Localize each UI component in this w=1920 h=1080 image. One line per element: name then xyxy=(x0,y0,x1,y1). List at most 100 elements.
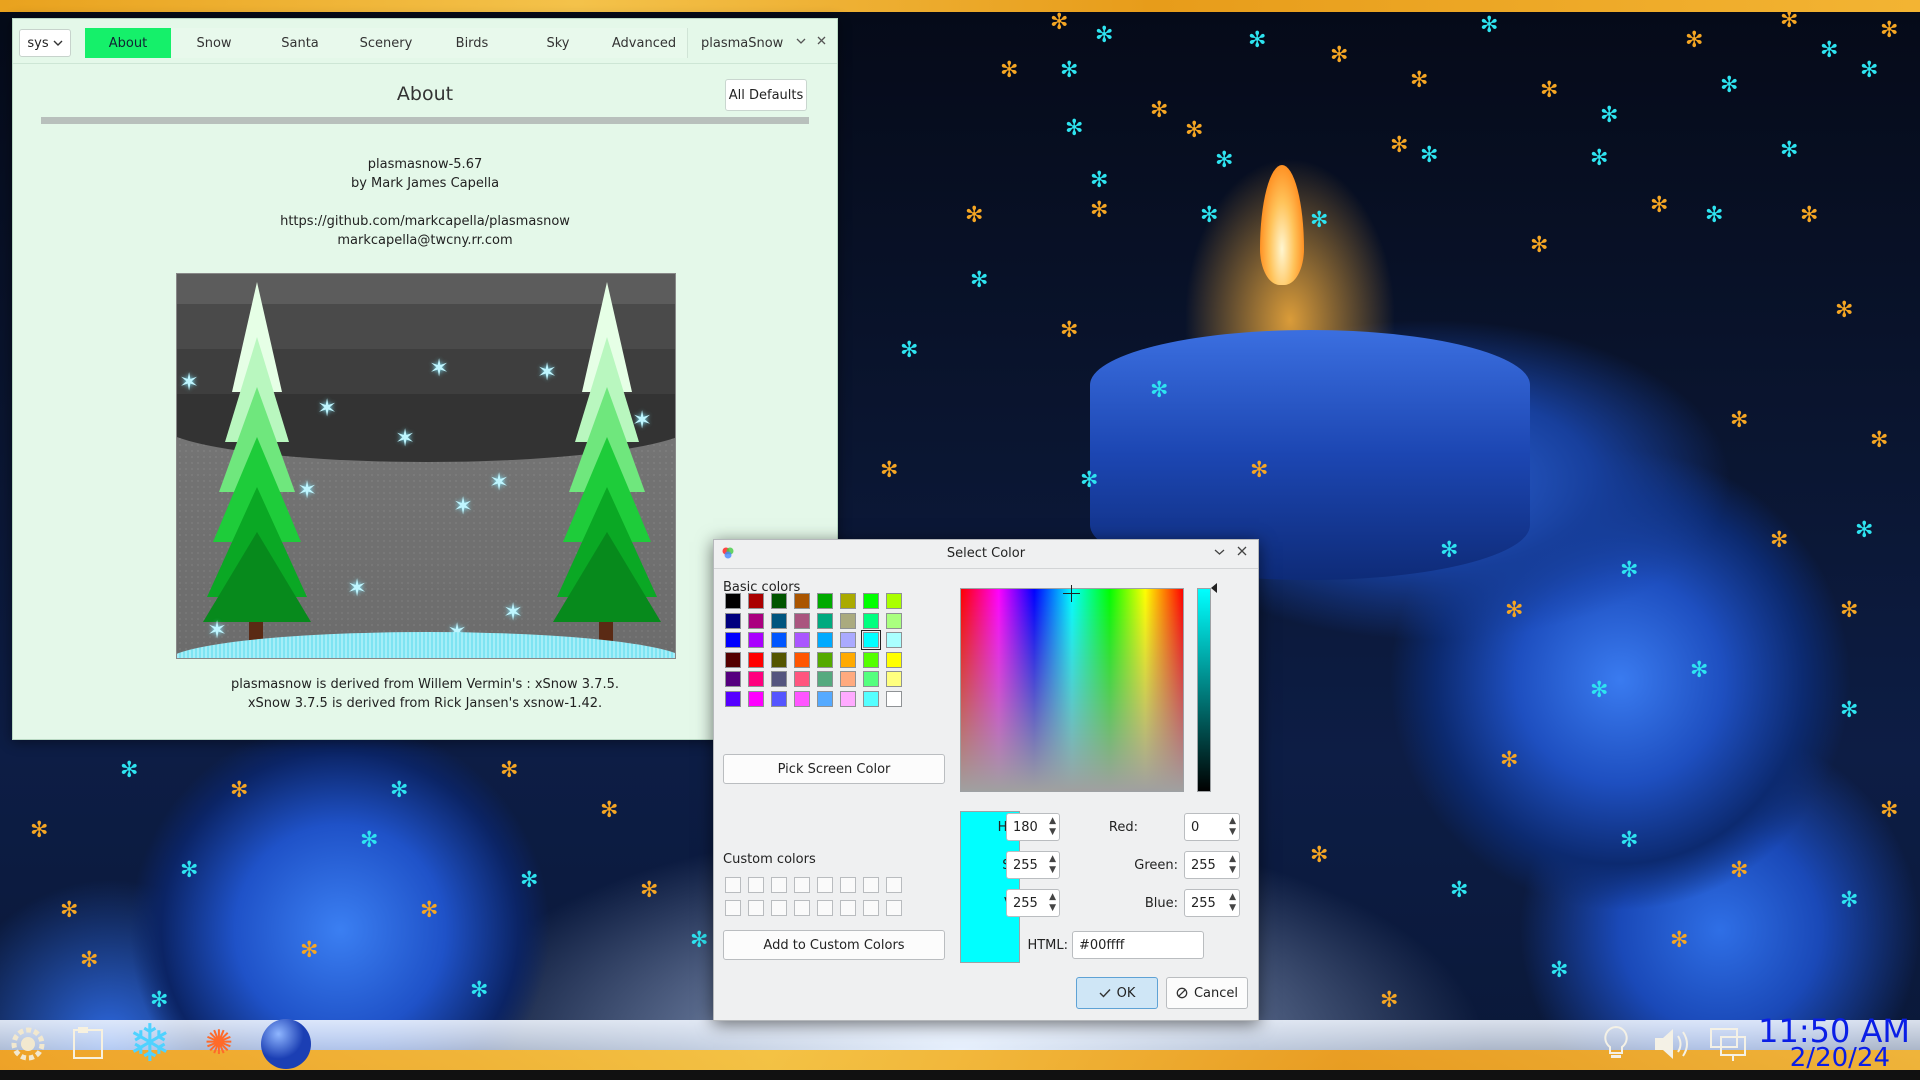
custom-color-swatch[interactable] xyxy=(794,877,810,893)
basic-color-swatch[interactable] xyxy=(725,651,741,668)
basic-color-swatch[interactable] xyxy=(817,651,833,668)
basic-color-swatch[interactable] xyxy=(840,632,856,649)
custom-color-swatch[interactable] xyxy=(840,877,856,893)
basic-color-swatch[interactable] xyxy=(840,651,856,668)
basic-color-swatch[interactable] xyxy=(794,671,810,688)
green-spinbox[interactable]: 255 ▲ ▼ xyxy=(1184,851,1240,879)
basic-color-swatch[interactable] xyxy=(863,612,879,629)
basic-color-swatch[interactable] xyxy=(840,691,856,707)
ok-button[interactable]: OK xyxy=(1076,977,1158,1009)
tab-birds[interactable]: Birds xyxy=(429,28,516,58)
basic-color-swatch[interactable] xyxy=(886,632,902,649)
hue-saturation-picker[interactable] xyxy=(960,585,1184,792)
tab-advanced[interactable]: Advanced xyxy=(601,28,688,58)
sat-spinbox[interactable]: 255 ▲ ▼ xyxy=(1006,851,1060,879)
basic-color-swatch[interactable] xyxy=(725,593,741,609)
basic-color-swatch[interactable] xyxy=(748,632,764,649)
tab-sky[interactable]: Sky xyxy=(515,28,602,58)
basic-color-swatch[interactable] xyxy=(840,612,856,629)
tab-santa[interactable]: Santa xyxy=(257,28,344,58)
basic-color-swatch[interactable] xyxy=(886,593,902,609)
basic-color-swatch[interactable] xyxy=(886,671,902,688)
basic-color-swatch[interactable] xyxy=(817,691,833,707)
val-spinbox[interactable]: 255 ▲ ▼ xyxy=(1006,889,1060,917)
minimize-chevron-icon[interactable] xyxy=(1214,545,1225,560)
basic-color-swatch[interactable] xyxy=(863,691,879,707)
file-manager-icon[interactable] xyxy=(66,1022,110,1066)
custom-color-swatch[interactable] xyxy=(771,900,787,916)
basic-color-swatch[interactable] xyxy=(794,651,810,668)
custom-color-swatch[interactable] xyxy=(794,900,810,916)
red-spinbox[interactable]: 0 ▲ ▼ xyxy=(1184,813,1240,841)
basic-color-swatch[interactable] xyxy=(748,651,764,668)
custom-color-swatch[interactable] xyxy=(748,877,764,893)
basic-color-swatch[interactable] xyxy=(725,632,741,649)
basic-color-swatch[interactable] xyxy=(794,632,810,649)
custom-color-swatch[interactable] xyxy=(886,877,902,893)
basic-color-swatch[interactable] xyxy=(817,632,833,649)
basic-color-swatch[interactable] xyxy=(748,593,764,609)
spin-arrows-icon[interactable]: ▲ ▼ xyxy=(1049,816,1056,838)
custom-color-swatch[interactable] xyxy=(748,900,764,916)
network-icon[interactable] xyxy=(1706,1022,1750,1066)
basic-color-swatch[interactable] xyxy=(771,593,787,609)
basic-color-swatch[interactable] xyxy=(840,671,856,688)
spin-arrows-icon[interactable]: ▲ ▼ xyxy=(1229,816,1236,838)
custom-color-swatch[interactable] xyxy=(840,900,856,916)
email-link[interactable]: markcapella@twcny.rr.com xyxy=(13,233,837,248)
value-slider-arrow-icon[interactable] xyxy=(1211,583,1217,593)
add-to-custom-colors-button[interactable]: Add to Custom Colors xyxy=(723,930,945,960)
custom-color-swatch[interactable] xyxy=(771,877,787,893)
custom-color-swatch[interactable] xyxy=(725,877,741,893)
tab-scenery[interactable]: Scenery xyxy=(343,28,430,58)
spin-arrows-icon[interactable]: ▲ ▼ xyxy=(1229,854,1236,876)
globe-icon[interactable] xyxy=(258,1016,314,1072)
basic-color-swatch[interactable] xyxy=(863,671,879,688)
custom-color-swatch[interactable] xyxy=(863,900,879,916)
basic-color-swatch[interactable] xyxy=(748,671,764,688)
custom-color-swatch[interactable] xyxy=(725,900,741,916)
custom-color-swatch[interactable] xyxy=(863,877,879,893)
basic-color-swatch[interactable] xyxy=(886,612,902,629)
spin-arrows-icon[interactable]: ▲ ▼ xyxy=(1049,892,1056,914)
basic-color-swatch[interactable] xyxy=(748,612,764,629)
basic-color-swatch[interactable] xyxy=(794,612,810,629)
basic-color-swatch[interactable] xyxy=(794,593,810,609)
basic-color-swatch[interactable] xyxy=(794,691,810,707)
custom-color-swatch[interactable] xyxy=(817,877,833,893)
basic-color-swatch[interactable] xyxy=(840,593,856,609)
app-launcher-icon[interactable] xyxy=(6,1022,50,1066)
basic-color-swatch[interactable] xyxy=(725,691,741,707)
basic-color-swatch[interactable] xyxy=(771,632,787,649)
basic-color-swatch[interactable] xyxy=(725,671,741,688)
close-icon[interactable] xyxy=(1237,545,1247,560)
plasmasnow-snowflake-icon[interactable]: ❄ xyxy=(122,1014,178,1074)
html-color-input[interactable]: #00ffff xyxy=(1072,931,1204,959)
basic-color-swatch[interactable] xyxy=(771,651,787,668)
basic-color-swatch[interactable] xyxy=(725,612,741,629)
basic-color-swatch[interactable] xyxy=(817,593,833,609)
theme-select[interactable]: sys xyxy=(19,29,71,57)
basic-color-swatch[interactable] xyxy=(863,651,879,668)
basic-color-swatch[interactable] xyxy=(863,593,879,609)
minimize-chevron-icon[interactable] xyxy=(796,34,806,49)
basic-color-swatch[interactable] xyxy=(817,671,833,688)
custom-color-swatch[interactable] xyxy=(817,900,833,916)
basic-color-swatch[interactable] xyxy=(861,630,881,651)
basic-color-swatch[interactable] xyxy=(886,651,902,668)
hue-spinbox[interactable]: 180 ▲ ▼ xyxy=(1006,813,1060,841)
tab-snow[interactable]: Snow xyxy=(171,28,258,58)
spin-arrows-icon[interactable]: ▲ ▼ xyxy=(1049,854,1056,876)
basic-color-swatch[interactable] xyxy=(771,671,787,688)
volume-icon[interactable] xyxy=(1650,1024,1694,1064)
blue-spinbox[interactable]: 255 ▲ ▼ xyxy=(1184,889,1240,917)
spin-arrows-icon[interactable]: ▲ ▼ xyxy=(1229,892,1236,914)
tab-about[interactable]: About xyxy=(85,28,171,58)
basic-color-swatch[interactable] xyxy=(771,691,787,707)
basic-color-swatch[interactable] xyxy=(771,612,787,629)
basic-color-swatch[interactable] xyxy=(748,691,764,707)
custom-color-swatch[interactable] xyxy=(886,900,902,916)
all-defaults-button[interactable]: All Defaults xyxy=(725,79,807,111)
lightbulb-icon[interactable] xyxy=(1600,1024,1632,1064)
clock-date[interactable]: 2/20/24 xyxy=(1790,1043,1890,1073)
